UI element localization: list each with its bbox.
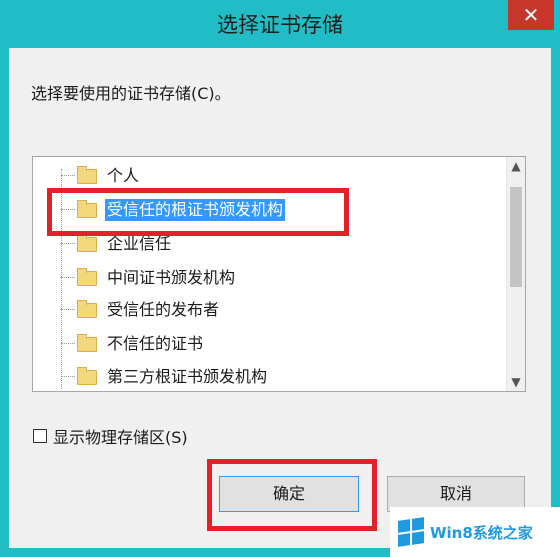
tree-connector <box>61 175 75 176</box>
tree-item-trusted-publishers[interactable]: 受信任的发布者 <box>77 295 221 325</box>
title-bar: 选择证书存储 ✕ <box>0 0 560 48</box>
tree-connector <box>61 376 75 377</box>
tree-connector <box>61 243 75 244</box>
folder-icon <box>77 299 97 318</box>
watermark-text: Win8系统之家 <box>430 523 533 542</box>
tree-connector <box>61 169 62 389</box>
prompt-label: 选择要使用的证书存储(C)。 <box>31 84 231 103</box>
scroll-thumb[interactable] <box>510 187 522 287</box>
folder-icon <box>77 366 97 385</box>
ok-button[interactable]: 确定 <box>219 476 359 512</box>
tree-item-label: 第三方根证书颁发机构 <box>107 367 268 386</box>
scroll-up-icon[interactable]: ▲ <box>507 157 525 175</box>
windows-logo-icon <box>398 517 424 547</box>
folder-icon <box>77 333 97 352</box>
tree-connector <box>61 277 75 278</box>
certificate-store-tree[interactable]: 个人 受信任的根证书颁发机构 企业信任 中间证书颁发机构 受信任的发布者 不信任… <box>32 156 526 392</box>
tree-item-trusted-root[interactable]: 受信任的根证书颁发机构 <box>77 195 286 225</box>
tree-item-label: 个人 <box>107 166 140 185</box>
folder-icon <box>77 199 97 218</box>
dialog-window: 选择证书存储 ✕ 选择要使用的证书存储(C)。 个人 受信任的根证书颁发机构 企… <box>0 0 560 557</box>
tree-connector <box>61 309 75 310</box>
tree-item-label: 受信任的发布者 <box>107 300 220 319</box>
scroll-down-icon[interactable]: ▼ <box>507 373 525 391</box>
tree-connector <box>61 343 75 344</box>
tree-item-untrusted-certificates[interactable]: 不信任的证书 <box>77 329 205 359</box>
tree-item-personal[interactable]: 个人 <box>77 161 141 191</box>
tree-item-third-party-root[interactable]: 第三方根证书颁发机构 <box>77 362 269 391</box>
tree-connector <box>61 209 75 210</box>
physical-store-label: 显示物理存储区(S) <box>53 428 188 447</box>
physical-store-option[interactable]: 显示物理存储区(S) <box>33 424 188 448</box>
tree-item-label: 受信任的根证书颁发机构 <box>105 199 286 221</box>
folder-icon <box>77 267 97 286</box>
tree-item-label: 中间证书颁发机构 <box>107 268 236 287</box>
watermark: Win8系统之家 <box>390 507 560 557</box>
tree-item-label: 企业信任 <box>107 234 172 253</box>
dialog-title: 选择证书存储 <box>217 13 343 37</box>
tree-item-intermediate-ca[interactable]: 中间证书颁发机构 <box>77 263 237 293</box>
tree-item-enterprise-trust[interactable]: 企业信任 <box>77 229 173 259</box>
close-icon: ✕ <box>522 3 540 27</box>
folder-icon <box>77 165 97 184</box>
tree-scrollbar[interactable]: ▲ ▼ <box>506 157 525 391</box>
close-button[interactable]: ✕ <box>508 0 554 30</box>
dialog-body: 选择要使用的证书存储(C)。 个人 受信任的根证书颁发机构 企业信任 中间证书颁… <box>9 48 551 548</box>
folder-icon <box>77 233 97 252</box>
physical-store-checkbox[interactable] <box>33 429 47 443</box>
tree-item-label: 不信任的证书 <box>107 334 204 353</box>
